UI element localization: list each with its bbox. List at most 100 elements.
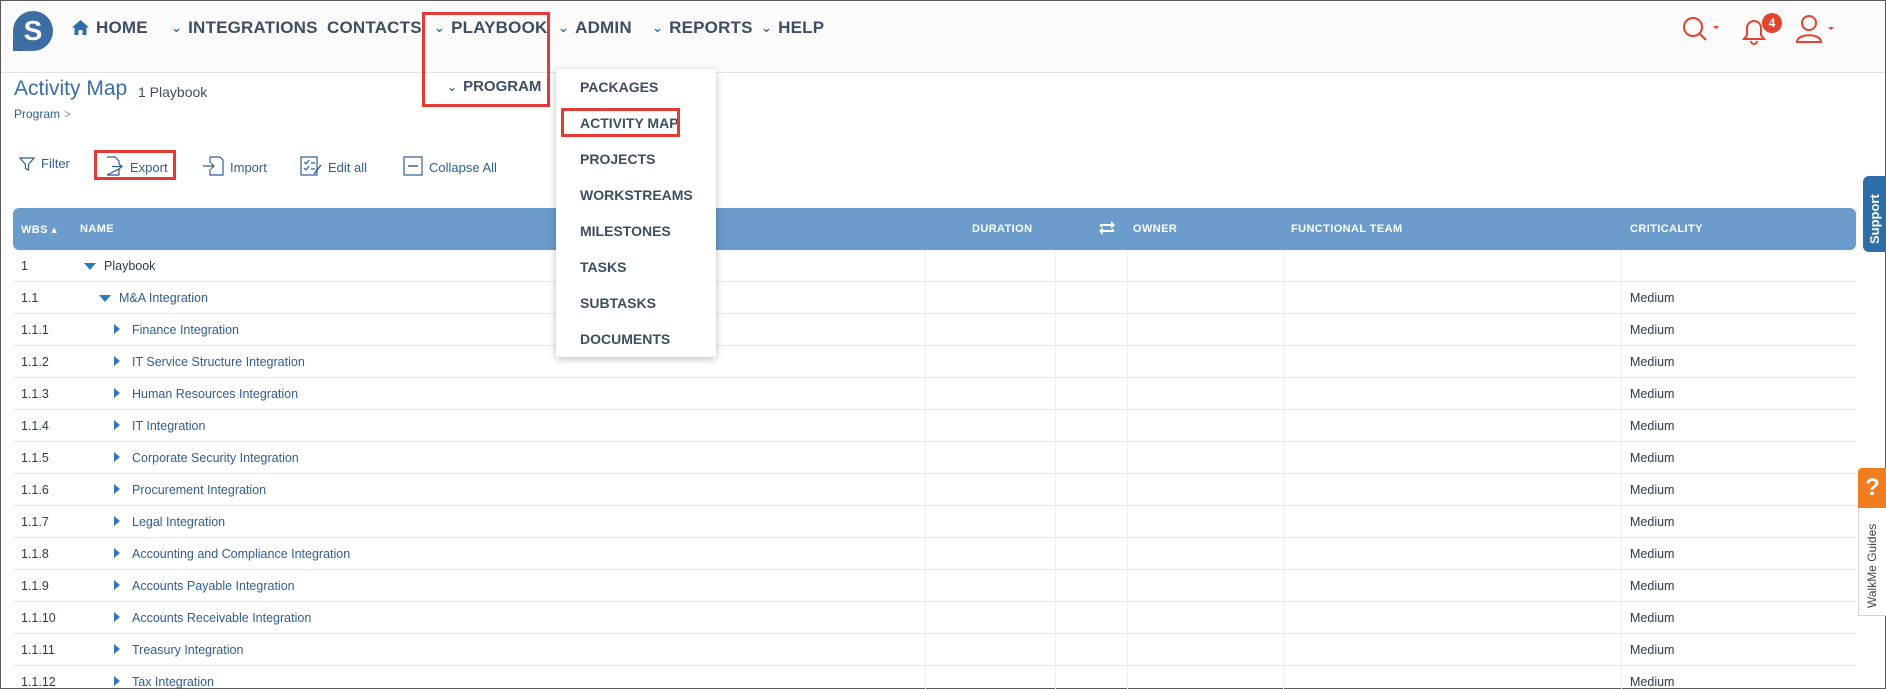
top-navbar: S HOME ⌄ INTEGRATIONS CONTACTS ⌄ PLAYBOOK … bbox=[1, 1, 1885, 73]
name-cell[interactable]: Tax Integration bbox=[114, 675, 214, 689]
table-row[interactable]: 1.1.2 IT Service Structure Integration Med… bbox=[13, 346, 1856, 378]
caret-right-icon[interactable] bbox=[114, 452, 120, 462]
notification-badge: 4 bbox=[1762, 13, 1782, 33]
criticality-cell: Medium bbox=[1630, 291, 1675, 305]
edit-all-button[interactable]: Edit all bbox=[300, 156, 367, 176]
caret-right-icon[interactable] bbox=[114, 580, 120, 590]
column-wbs[interactable]: WBS ▴ bbox=[21, 223, 57, 236]
name-cell[interactable]: Procurement Integration bbox=[114, 483, 266, 497]
name-cell[interactable]: Corporate Security Integration bbox=[114, 451, 299, 465]
nav-admin[interactable]: ⌄ ADMIN bbox=[558, 18, 632, 38]
menu-item-documents[interactable]: DOCUMENTS bbox=[580, 331, 670, 347]
walkme-guides-tab[interactable]: WalkMe Guides bbox=[1858, 508, 1886, 616]
name-cell[interactable]: Finance Integration bbox=[114, 323, 239, 337]
column-functional-team[interactable]: FUNCTIONAL TEAM bbox=[1291, 223, 1403, 235]
table-row[interactable]: 1.1.12 Tax Integration Medium bbox=[13, 666, 1856, 689]
app-logo[interactable]: S bbox=[9, 5, 53, 53]
menu-item-milestones[interactable]: MILESTONES bbox=[580, 223, 671, 239]
menu-item-workstreams[interactable]: WORKSTREAMS bbox=[580, 187, 693, 203]
user-icon[interactable] bbox=[1794, 14, 1838, 44]
row-name-label: IT Integration bbox=[132, 419, 206, 433]
caret-right-icon[interactable] bbox=[114, 420, 120, 430]
walkme-help-icon[interactable]: ? bbox=[1858, 468, 1886, 508]
breadcrumb-program[interactable]: Program bbox=[14, 107, 60, 121]
import-button[interactable]: Import bbox=[202, 156, 267, 176]
name-cell[interactable]: M&A Integration bbox=[99, 291, 208, 305]
wbs-cell: 1.1.10 bbox=[21, 611, 56, 625]
table-row[interactable]: 1.1.5 Corporate Security Integration Mediu… bbox=[13, 442, 1856, 474]
menu-item-subtasks[interactable]: SUBTASKS bbox=[580, 295, 656, 311]
column-criticality[interactable]: CRITICALITY bbox=[1630, 223, 1703, 235]
wbs-cell: 1.1 bbox=[21, 291, 39, 305]
menu-item-tasks[interactable]: TASKS bbox=[580, 259, 626, 275]
caret-right-icon[interactable] bbox=[114, 548, 120, 558]
table-row[interactable]: 1.1.11 Treasury Integration Medium bbox=[13, 634, 1856, 666]
import-icon bbox=[203, 156, 224, 176]
nav-integrations[interactable]: ⌄ INTEGRATIONS bbox=[171, 18, 318, 38]
table-row[interactable]: 1 Playbook bbox=[13, 250, 1856, 282]
table-row[interactable]: 1.1.10 Accounts Receivable Integration Med… bbox=[13, 602, 1856, 634]
nav-home[interactable]: HOME bbox=[71, 18, 148, 38]
name-cell[interactable]: Human Resources Integration bbox=[114, 387, 298, 401]
table-row[interactable]: 1.1 M&A Integration Medium bbox=[13, 282, 1856, 314]
collapse-all-button[interactable]: Collapse All bbox=[403, 156, 497, 176]
name-cell[interactable]: IT Service Structure Integration bbox=[114, 355, 305, 369]
table-row[interactable]: 1.1.3 Human Resources Integration Medium bbox=[13, 378, 1856, 410]
row-name-label: Legal Integration bbox=[132, 515, 226, 529]
table-row[interactable]: 1.1.8 Accounting and Compliance Integrati… bbox=[13, 538, 1856, 570]
table-header: WBS ▴ NAME DURATION OWNER FUNCTIONAL TEA… bbox=[13, 208, 1856, 250]
wbs-cell: 1.1.9 bbox=[21, 579, 49, 593]
chevron-down-icon: ⌄ bbox=[447, 80, 458, 94]
support-tab[interactable]: Support bbox=[1863, 176, 1886, 252]
row-name-label: Tax Integration bbox=[132, 675, 214, 689]
caret-right-icon[interactable] bbox=[114, 388, 120, 398]
filter-icon bbox=[18, 157, 36, 171]
table-row[interactable]: 1.1.1 Finance Integration Medium bbox=[13, 314, 1856, 346]
caret-right-icon[interactable] bbox=[114, 676, 120, 686]
caret-right-icon[interactable] bbox=[114, 644, 120, 654]
export-button[interactable]: Export bbox=[104, 156, 168, 176]
filter-button[interactable]: Filter bbox=[18, 156, 70, 172]
criticality-cell: Medium bbox=[1630, 611, 1675, 625]
caret-right-icon[interactable] bbox=[114, 516, 120, 526]
caret-down-icon[interactable] bbox=[99, 295, 111, 302]
caret-right-icon[interactable] bbox=[114, 612, 120, 622]
name-cell[interactable]: Accounting and Compliance Integration bbox=[114, 547, 350, 561]
name-cell[interactable]: IT Integration bbox=[114, 419, 205, 433]
caret-right-icon[interactable] bbox=[114, 324, 120, 334]
caret-down-icon[interactable] bbox=[84, 263, 96, 270]
table-row[interactable]: 1.1.6 Procurement Integration Medium bbox=[13, 474, 1856, 506]
column-name[interactable]: NAME bbox=[80, 223, 114, 235]
nav-help[interactable]: ⌄ HELP bbox=[761, 18, 824, 38]
name-cell[interactable]: Accounts Payable Integration bbox=[114, 579, 295, 593]
collapse-icon bbox=[403, 156, 423, 176]
row-name-label: Corporate Security Integration bbox=[132, 451, 299, 465]
column-owner[interactable]: OWNER bbox=[1133, 223, 1177, 235]
column-duration[interactable]: DURATION bbox=[972, 223, 1032, 235]
edit-list-icon bbox=[300, 156, 322, 176]
table-row[interactable]: 1.1.9 Accounts Payable Integration Medium bbox=[13, 570, 1856, 602]
wbs-cell: 1.1.7 bbox=[21, 515, 49, 529]
sort-asc-icon: ▴ bbox=[51, 224, 58, 236]
name-cell[interactable]: Treasury Integration bbox=[114, 643, 243, 657]
caret-right-icon[interactable] bbox=[114, 356, 120, 366]
table-row[interactable]: 1.1.4 IT Integration Medium bbox=[13, 410, 1856, 442]
search-icon[interactable] bbox=[1681, 15, 1721, 41]
nav-contacts[interactable]: CONTACTS bbox=[327, 18, 422, 38]
nav-reports[interactable]: ⌄ REPORTS bbox=[652, 18, 753, 38]
wbs-cell: 1.1.11 bbox=[21, 643, 55, 657]
row-name-label: Accounts Receivable Integration bbox=[132, 611, 312, 625]
name-cell[interactable]: Legal Integration bbox=[114, 515, 225, 529]
row-name-label: Treasury Integration bbox=[132, 643, 244, 657]
criticality-cell: Medium bbox=[1630, 355, 1675, 369]
row-name-label: Accounting and Compliance Integration bbox=[132, 547, 351, 561]
menu-item-projects[interactable]: PROJECTS bbox=[580, 151, 655, 167]
nav-program[interactable]: ⌄ PROGRAM bbox=[447, 78, 541, 95]
name-cell[interactable]: Accounts Receivable Integration bbox=[114, 611, 311, 625]
table-row[interactable]: 1.1.7 Legal Integration Medium bbox=[13, 506, 1856, 538]
caret-right-icon[interactable] bbox=[114, 484, 120, 494]
criticality-cell: Medium bbox=[1630, 419, 1675, 433]
refresh-icon[interactable] bbox=[1097, 220, 1117, 236]
menu-item-packages[interactable]: PACKAGES bbox=[580, 79, 658, 95]
name-cell[interactable]: Playbook bbox=[84, 259, 155, 273]
